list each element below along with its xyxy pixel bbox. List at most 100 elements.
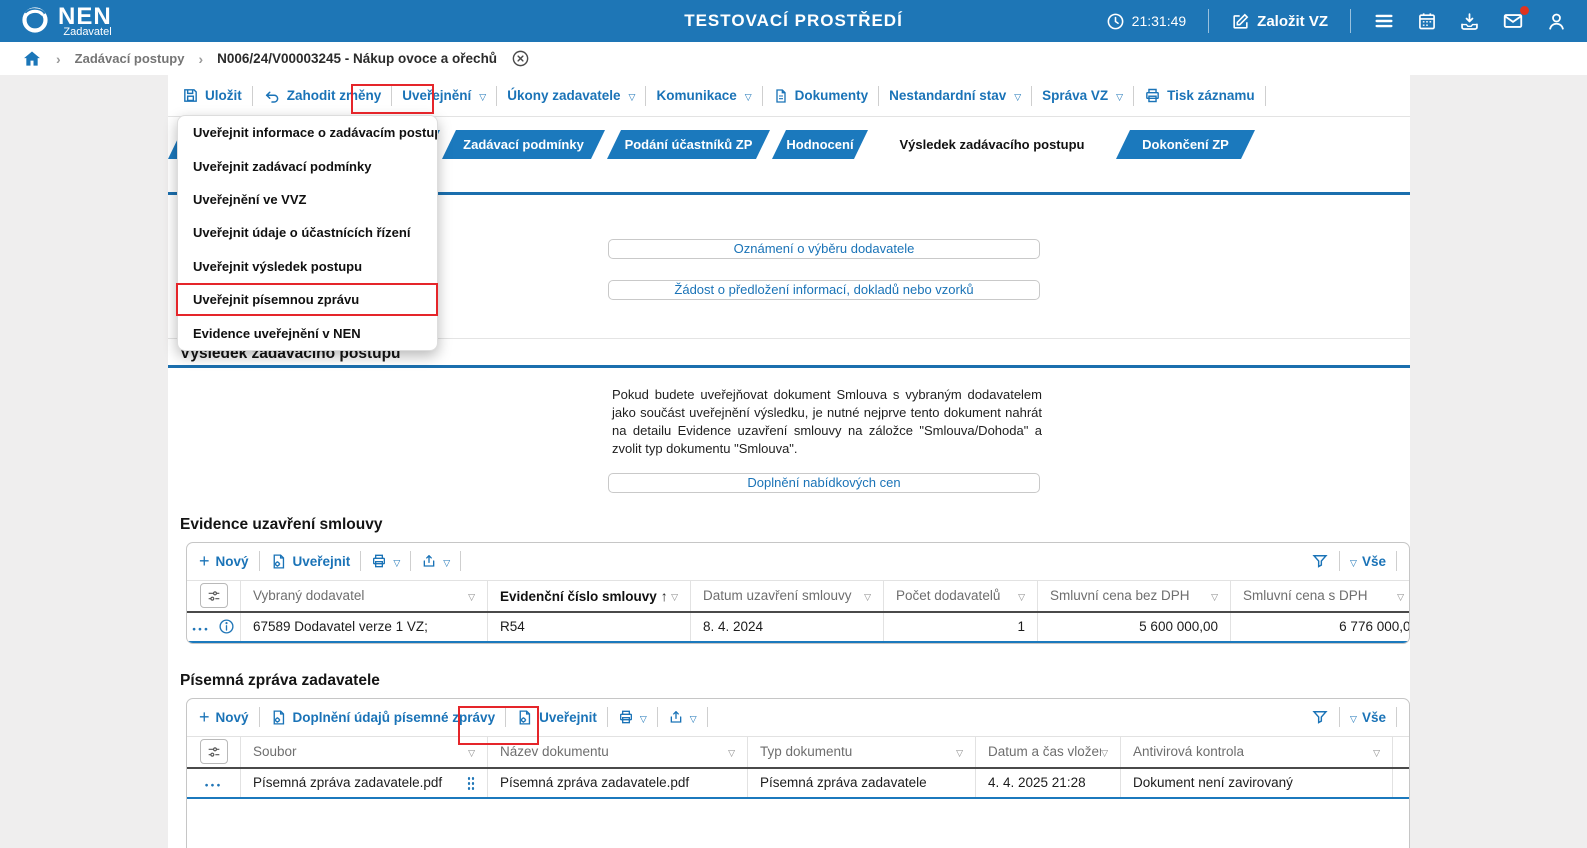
print-record-button[interactable]: Tisk záznamu (1144, 87, 1255, 104)
reports-fill-details-button[interactable]: Doplnění údajů písemné zprávy (270, 709, 495, 726)
close-record-icon[interactable] (511, 49, 530, 68)
column-header[interactable]: Smluvní cena s DPH (1231, 581, 1409, 611)
filter-triangle-icon[interactable] (1373, 744, 1380, 759)
contracts-view-all-button[interactable]: Vše (1350, 554, 1386, 569)
reports-publish-button[interactable]: Uveřejnit (516, 709, 597, 726)
menu-item-publish-info[interactable]: Uveřejnit informace o zadávacím postupu (178, 116, 437, 149)
filter-triangle-icon[interactable] (728, 744, 735, 759)
create-vz-button[interactable]: Založit VZ (1231, 12, 1328, 31)
publish-menu-button[interactable]: Uveřejnění (402, 88, 486, 103)
column-header-sorted[interactable]: Evidenční číslo smlouvy (488, 580, 691, 611)
column-header[interactable]: Soubor (241, 736, 488, 767)
tab-vysledek[interactable]: Výsledek zadávacího postupu (870, 130, 1114, 159)
notice-of-selection-button[interactable]: Oznámení o výběru dodavatele (608, 239, 1040, 259)
menu-item-publish-conditions[interactable]: Uveřejnit zadávací podmínky (178, 149, 437, 182)
chevron-down-icon (1014, 88, 1021, 103)
filter-triangle-icon[interactable] (468, 744, 475, 759)
column-header[interactable]: Vybraný dodavatel (241, 580, 488, 611)
column-header[interactable]: Datum a čas vložení (976, 736, 1121, 767)
mail-icon[interactable] (1502, 6, 1529, 32)
contracts-print-button[interactable] (371, 553, 400, 569)
contracts-export-button[interactable] (421, 553, 450, 569)
column-header[interactable]: Název dokumentu (488, 736, 748, 767)
filter-triangle-icon[interactable] (671, 588, 678, 603)
reports-row[interactable]: Písemná zpráva zadavatele.pdf Písemná zp… (187, 768, 1409, 799)
reports-view-all-button[interactable]: Vše (1350, 710, 1386, 725)
result-section-body: Pokud budete uveřejňovat dokument Smlouv… (168, 368, 1410, 493)
tab-dokonceni[interactable]: Dokončení ZP (1116, 130, 1255, 159)
filter-triangle-icon[interactable] (468, 588, 475, 603)
row-actions-icon[interactable] (192, 619, 210, 634)
menu-icon[interactable] (1373, 10, 1395, 32)
nonstandard-state-button[interactable]: Nestandardní stav (889, 88, 1021, 103)
menu-item-publish-result[interactable]: Uveřejnit výsledek postupu (178, 250, 437, 283)
column-header[interactable]: Typ dokumentu (748, 736, 976, 767)
contracts-new-button[interactable]: Nový (199, 552, 249, 570)
column-header[interactable]: Počet dodavatelů (884, 580, 1038, 611)
divider (761, 85, 763, 106)
filter-triangle-icon[interactable] (1397, 588, 1404, 603)
cell-datum-uzavreni: 8. 4. 2024 (691, 612, 884, 641)
filter-triangle-icon[interactable] (1018, 588, 1025, 603)
inbox-download-icon[interactable] (1459, 11, 1480, 32)
reports-export-button[interactable] (668, 709, 697, 725)
menu-item-publish-written-report[interactable]: Uveřejnit písemnou zprávu (178, 283, 437, 316)
divider (1350, 9, 1351, 33)
filter-icon[interactable] (1311, 708, 1329, 726)
menu-item-publish-participants[interactable]: Uveřejnit údaje o účastnících řízení (178, 216, 437, 249)
filter-triangle-icon[interactable] (1211, 588, 1218, 603)
cell-datum-vlozeni: 4. 4. 2025 21:28 (976, 768, 1121, 797)
save-button[interactable]: Uložit (182, 87, 242, 104)
contracts-publish-button[interactable]: Uveřejnit (270, 553, 351, 570)
record-toolbar: Uložit Zahodit změny Uveřejnění Úkony za… (168, 75, 1410, 117)
tab-zadavaci-podminky[interactable]: Zadávací podmínky (442, 130, 605, 159)
documents-button[interactable]: Dokumenty (773, 88, 868, 104)
brand-subtitle: Zadavatel (63, 25, 112, 38)
reports-header-row: Soubor Název dokumentu Typ dokumentu Dat… (187, 735, 1409, 769)
info-icon[interactable] (218, 618, 235, 635)
request-documents-button[interactable]: Žádost o předložení informací, dokladů n… (608, 280, 1040, 300)
communication-menu-button[interactable]: Komunikace (656, 88, 751, 103)
divider (410, 551, 412, 572)
tasks-menu-button[interactable]: Úkony zadavatele (507, 88, 635, 103)
user-icon[interactable] (1546, 11, 1567, 32)
breadcrumb: › Zadávací postupy › N006/24/V00003245 -… (0, 42, 1587, 75)
column-header[interactable]: Smluvní cena bez DPH (1038, 580, 1231, 611)
discard-changes-button[interactable]: Zahodit změny (263, 87, 381, 105)
contracts-row[interactable]: 67589 Dodavatel verze 1 VZ; R54 8. 4. 20… (187, 612, 1409, 643)
publish-label: Uveřejnit (292, 553, 351, 569)
breadcrumb-current: N006/24/V00003245 - Nákup ovoce a ořechů (217, 51, 498, 66)
save-label: Uložit (205, 88, 242, 103)
cell-cena-bez-dph: 5 600 000,00 (1038, 612, 1231, 641)
column-chooser-cell[interactable] (187, 580, 241, 611)
tab-hodnoceni[interactable]: Hodnocení (772, 130, 868, 159)
menu-item-publication-records[interactable]: Evidence uveřejnění v NEN (178, 317, 437, 350)
divider (505, 707, 507, 728)
column-header[interactable]: Datum uzavření smlouvy (691, 580, 884, 611)
breadcrumb-link[interactable]: Zadávací postupy (75, 51, 185, 66)
manage-vz-button[interactable]: Správa VZ (1042, 88, 1123, 103)
filter-triangle-icon[interactable] (1101, 744, 1108, 759)
column-settings-icon[interactable] (199, 583, 228, 609)
home-icon[interactable] (22, 49, 42, 69)
reports-print-button[interactable] (618, 709, 647, 725)
file-name[interactable]: Písemná zpráva zadavatele.pdf (253, 775, 442, 790)
filter-icon[interactable] (1311, 552, 1329, 570)
nen-logo[interactable]: NEN Zadavatel (20, 2, 112, 38)
filter-triangle-icon[interactable] (864, 588, 871, 603)
column-header[interactable]: Antivirová kontrola (1121, 736, 1393, 767)
row-actions-icon[interactable] (205, 775, 223, 790)
reports-new-button[interactable]: Nový (199, 708, 249, 726)
document-icon (773, 88, 789, 104)
menu-item-publish-vvz[interactable]: Uveřejnění ve VVZ (178, 183, 437, 216)
column-settings-icon[interactable] (199, 739, 228, 765)
drag-handle-icon[interactable] (467, 775, 475, 790)
filter-triangle-icon[interactable] (956, 744, 963, 759)
publish-icon (516, 709, 533, 726)
tab-podani-ucastniku[interactable]: Podání účastníků ZP (607, 130, 770, 159)
fill-bid-prices-button[interactable]: Doplnění nabídkových cen (608, 472, 1040, 493)
calendar-icon[interactable] (1417, 11, 1437, 31)
column-chooser-cell[interactable] (187, 736, 241, 767)
brand-name: NEN (58, 2, 112, 30)
sort-asc-icon (657, 589, 668, 604)
